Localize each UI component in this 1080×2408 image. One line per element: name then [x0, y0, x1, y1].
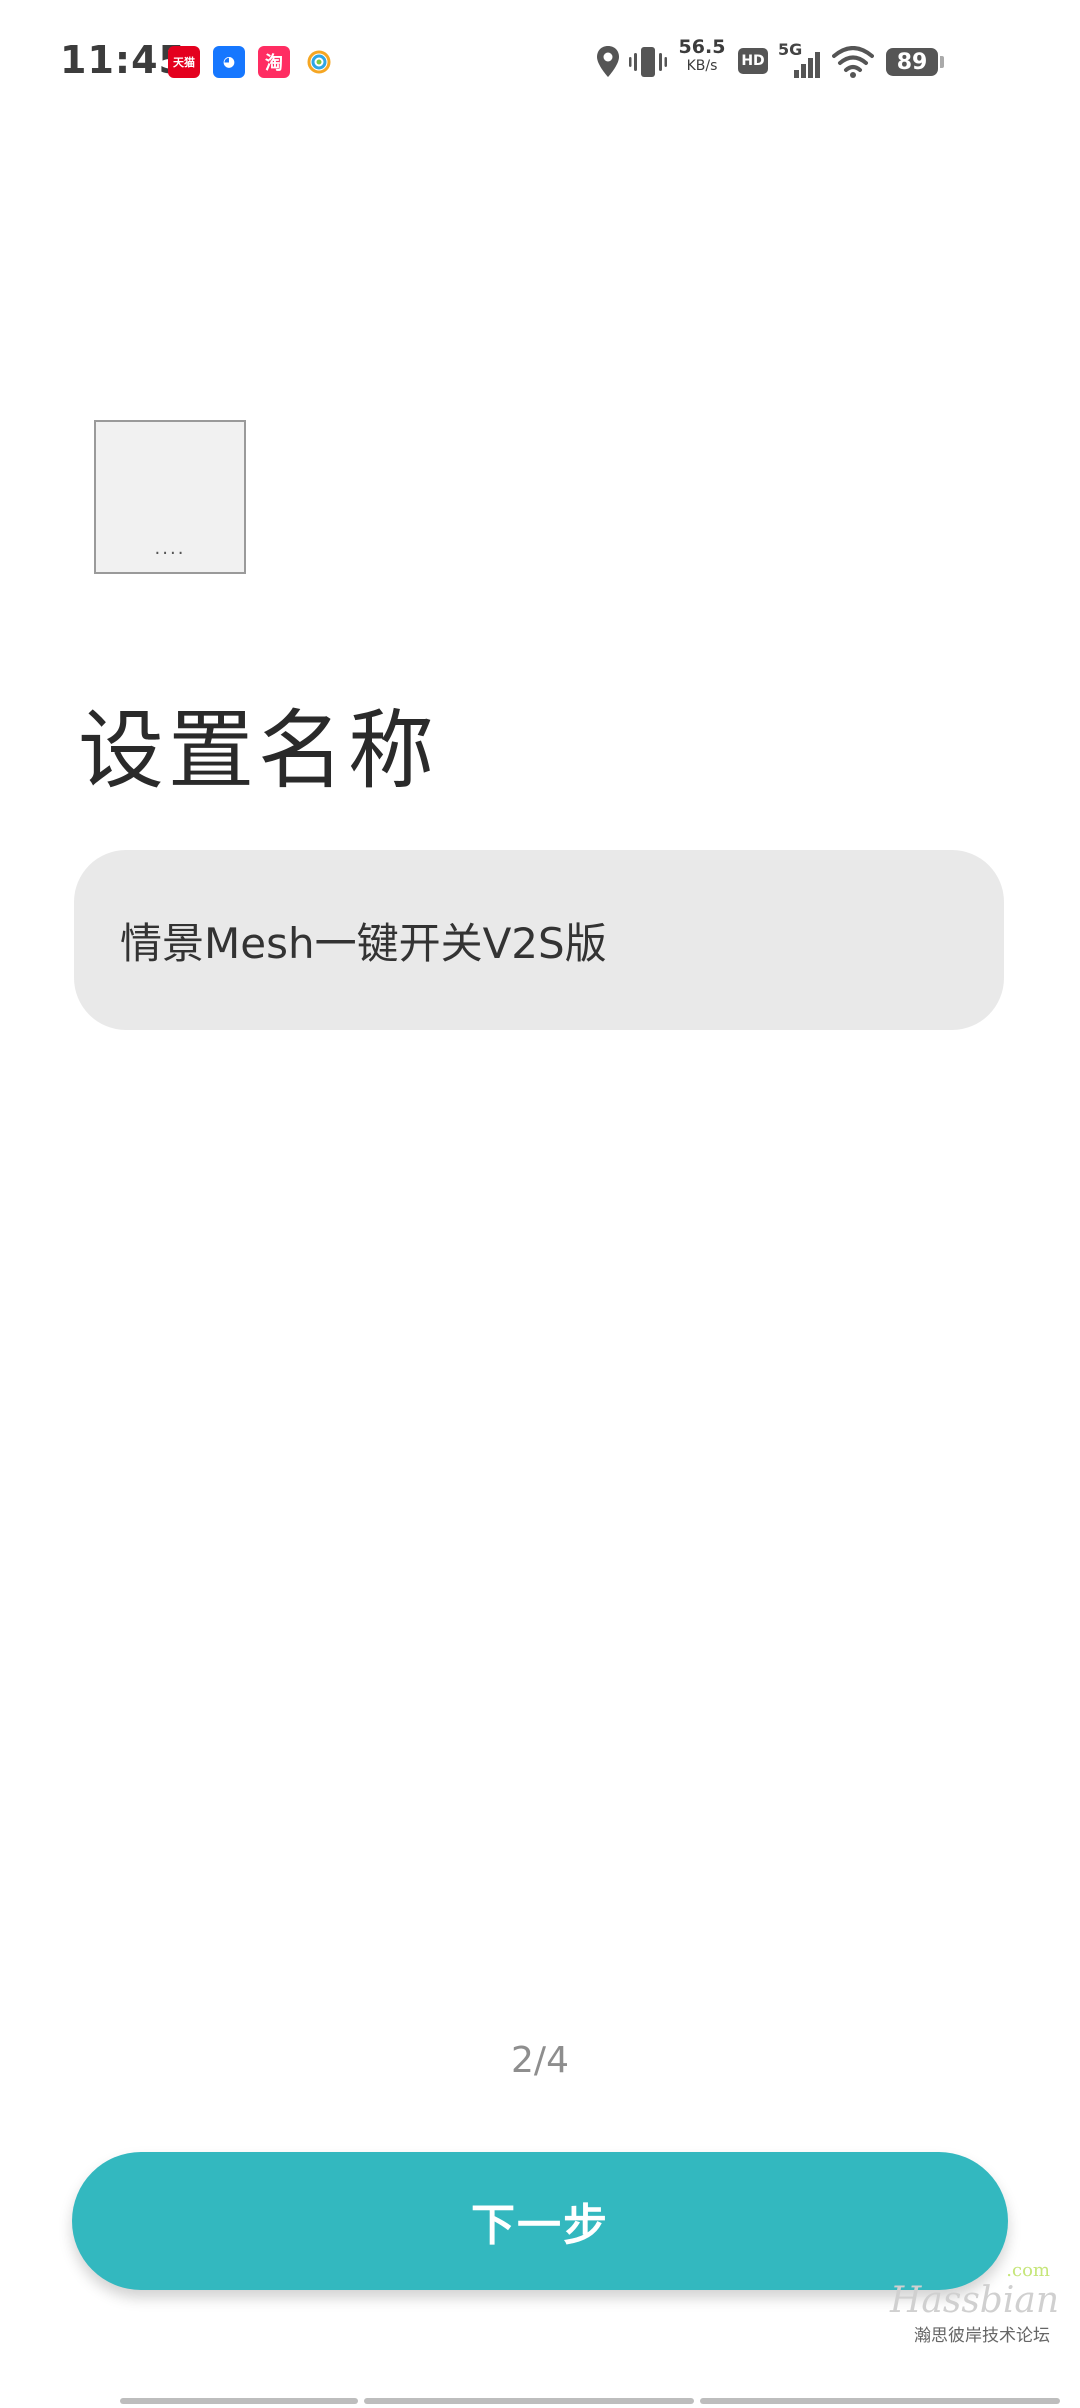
- device-indicator-dots: ....: [154, 538, 186, 559]
- colorful-ring-icon: [303, 46, 335, 78]
- battery-indicator: 89: [886, 48, 938, 76]
- nav-segment: [700, 2398, 1060, 2404]
- nav-segment: [364, 2398, 694, 2404]
- taobao-icon: 淘: [258, 46, 290, 78]
- network-speed-unit: KB/s: [686, 58, 718, 74]
- network-speed-value: 56.5: [678, 36, 726, 58]
- device-name-field[interactable]: [74, 850, 1004, 1030]
- device-image: ....: [94, 420, 246, 574]
- device-name-input[interactable]: [120, 915, 980, 965]
- next-step-button[interactable]: 下一步: [72, 2152, 1008, 2290]
- vibrate-icon: [628, 44, 668, 84]
- nav-segment: [120, 2398, 358, 2404]
- cellular-signal-icon: 5G: [778, 40, 826, 80]
- tmall-icon: 天猫: [168, 46, 200, 78]
- gesture-navigation-bar[interactable]: [120, 2398, 1080, 2406]
- hd-badge: HD: [738, 48, 768, 74]
- robot-app-icon: ◕: [213, 46, 245, 78]
- status-bar: 11:45 天猫 ◕ 淘 56.5 KB/s HD 5G 89: [0, 0, 1080, 120]
- watermark-brand: Hassbian: [890, 2280, 1060, 2321]
- watermark-subtitle: 瀚思彼岸技术论坛: [914, 2325, 1050, 2346]
- watermark-domain: .com: [1006, 2260, 1050, 2281]
- watermark: .com Hassbian 瀚思彼岸技术论坛: [890, 2260, 1060, 2370]
- step-indicator: 2/4: [511, 2040, 569, 2081]
- location-icon: [594, 44, 622, 84]
- network-speed: 56.5 KB/s: [674, 36, 730, 74]
- page-title: 设置名称: [78, 701, 438, 801]
- battery-tip: [940, 56, 944, 68]
- wifi-icon: [832, 46, 874, 82]
